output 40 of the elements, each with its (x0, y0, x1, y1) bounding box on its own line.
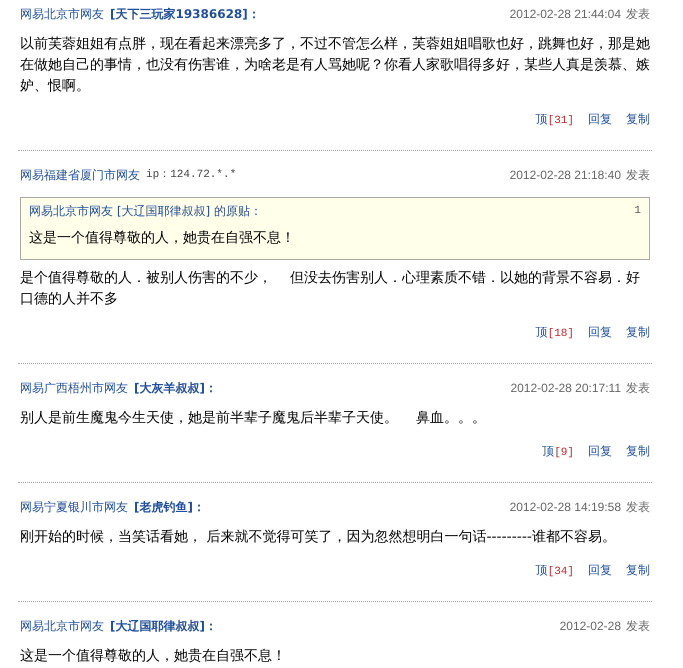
post-timestamp: 2012-02-28 14:19:58 (510, 499, 621, 515)
upvote-link[interactable]: 顶[18] (536, 324, 574, 342)
quote-source: 网易北京市网友 [大辽国耶律叔叔] 的原贴： (29, 203, 262, 219)
author-location-link[interactable]: 网易福建省厦门市网友 (20, 167, 140, 183)
post-timestamp: 2012-02-28 (560, 618, 621, 634)
author-location-link[interactable]: 网易北京市网友 (20, 6, 104, 22)
post-timestamp: 2012-02-28 21:18:40 (510, 167, 621, 183)
author-location-link[interactable]: 网易北京市网友 (20, 618, 104, 634)
author-location-link[interactable]: 网易广西梧州市网友 (20, 380, 128, 396)
quote-text: 这是一个值得尊敬的人，她贵在自强不息！ (29, 229, 296, 248)
copy-link[interactable]: 复制 (626, 443, 650, 461)
username-link[interactable]: [老虎钓鱼]： (134, 499, 205, 515)
reply-link[interactable]: 回复 (588, 562, 612, 580)
comment-text: 以前芙蓉姐姐有点胖，现在看起来漂亮多了，不过不管怎么样，芙蓉姐姐唱歌也好，跳舞也好，那是她在做她自己的事情，也没有伤害谁，为啥老是有人骂她呢？你看人家歌唱得多好，某些人真是羡慕、嫉妒、恨啊。 (20, 35, 650, 96)
upvote-link[interactable]: 顶[34] (536, 562, 574, 580)
comment-text: 别人是前生魔鬼今生天使，她是前半辈子魔鬼后半辈子天使。 鼻血。。。 (20, 409, 487, 428)
reply-link[interactable]: 回复 (588, 324, 612, 342)
upvote-link[interactable]: 顶[9] (542, 443, 574, 461)
copy-link[interactable]: 复制 (626, 324, 650, 342)
comment-text: 是个值得尊敬的人．被别人伤害的不少， 但没去伤害别人．心理素质不错．以她的背景不容易．好口德的人并不多 (20, 269, 641, 309)
post-timestamp: 2012-02-28 21:44:04 (510, 6, 621, 22)
posted-label: 发表 (626, 618, 650, 634)
comment-text: 刚开始的时候，当笑话看她， 后来就不觉得可笑了，因为忽然想明白一句话---------谁都不容易。 (20, 528, 617, 547)
copy-link[interactable]: 复制 (626, 111, 650, 129)
posted-label: 发表 (626, 380, 650, 396)
posted-label: 发表 (626, 499, 650, 515)
floor-number: 1 (634, 204, 641, 219)
reply-link[interactable]: 回复 (588, 443, 612, 461)
posted-label: 发表 (626, 6, 650, 22)
upvote-link[interactable]: 顶[31] (536, 111, 574, 129)
posted-label: 发表 (626, 167, 650, 183)
copy-link[interactable]: 复制 (626, 562, 650, 580)
username-link[interactable]: [大辽国耶律叔叔]： (110, 618, 217, 634)
username-link[interactable]: [天下三玩家19386628]： (110, 6, 260, 22)
post-timestamp: 2012-02-28 20:17:11 (510, 380, 621, 396)
author-location-link[interactable]: 网易宁夏银川市网友 (20, 499, 128, 515)
username-link[interactable]: [大灰羊叔叔]： (134, 380, 217, 396)
reply-link[interactable]: 回复 (588, 111, 612, 129)
ip-address: ip：124.72.*.* (146, 168, 236, 183)
comment-text: 这是一个值得尊敬的人，她贵在自强不息！ (20, 647, 287, 666)
